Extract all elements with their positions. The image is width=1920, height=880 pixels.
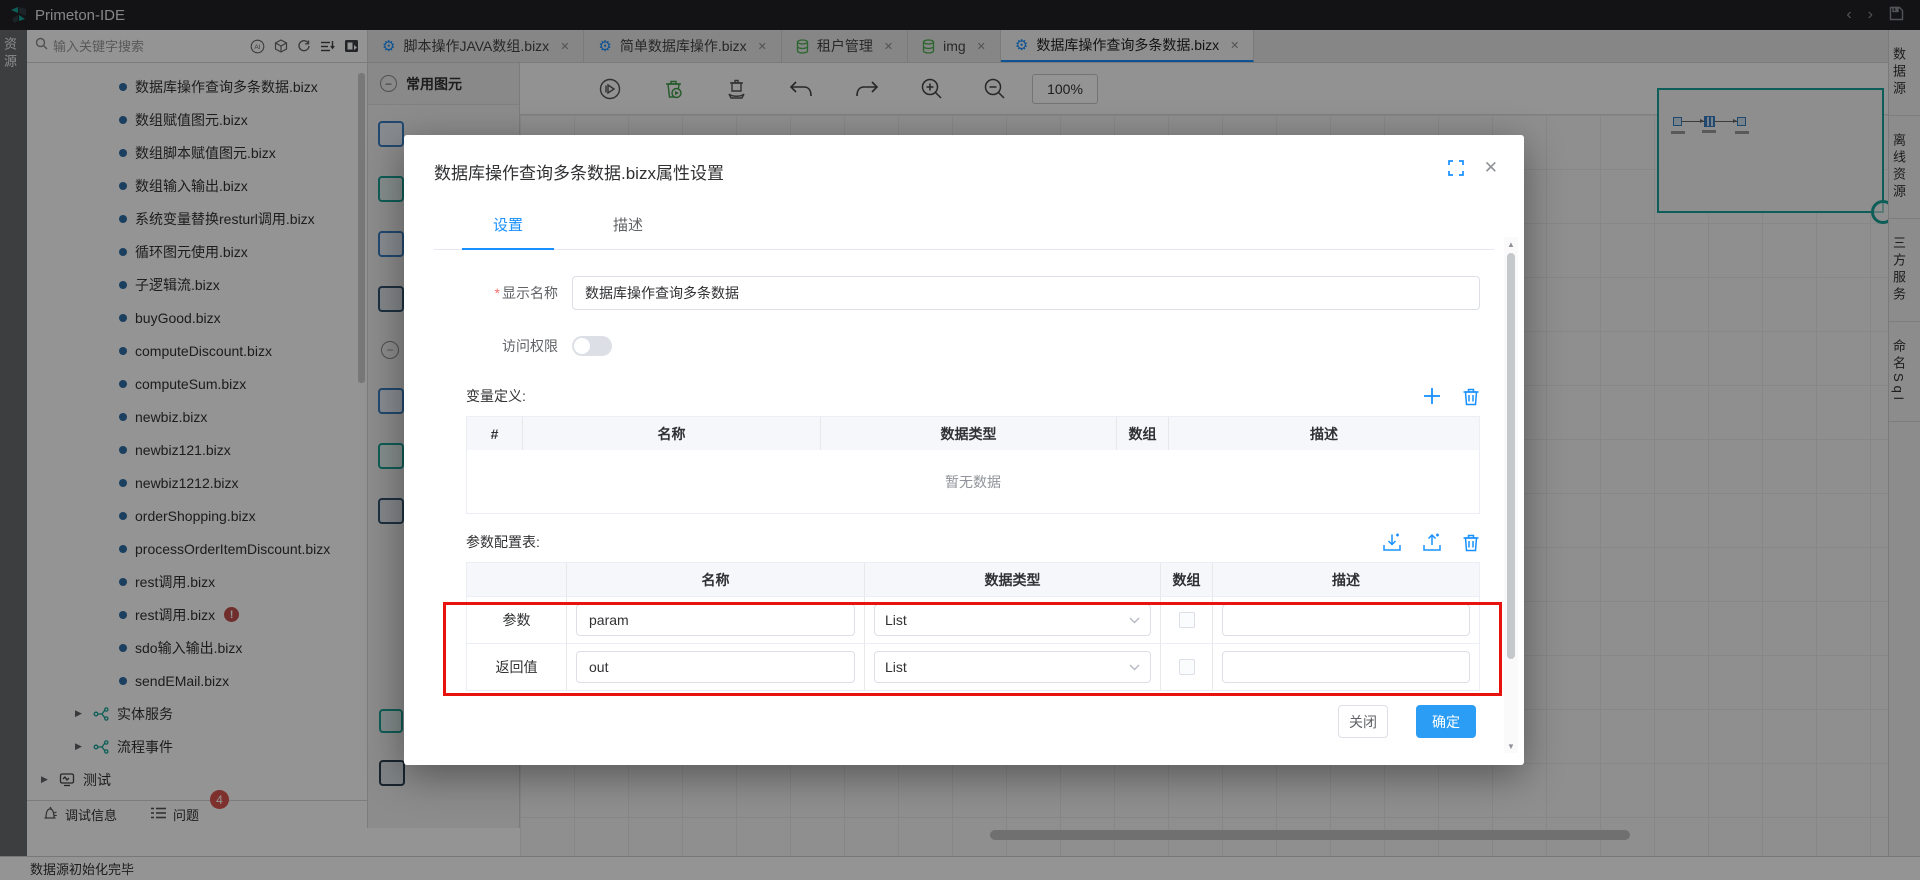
dialog-scrollbar[interactable]: ▲ ▼ <box>1504 237 1518 753</box>
scroll-up-icon[interactable]: ▲ <box>1504 237 1518 251</box>
row-label: 参数 <box>467 597 567 643</box>
app-window: Primeton-IDE ‹ › 资源 AI <box>0 0 1920 880</box>
close-icon[interactable]: ✕ <box>1484 159 1498 176</box>
dialog-body: *显示名称 访问权限 变量定义: # 名称 数据类型 数组 <box>404 250 1524 691</box>
variables-table-header: # 名称 数据类型 数组 描述 <box>467 417 1479 450</box>
col-name: 名称 <box>523 417 821 450</box>
col-blank <box>467 563 567 596</box>
scroll-down-icon[interactable]: ▼ <box>1504 739 1518 753</box>
return-type-select[interactable]: List <box>874 651 1151 683</box>
chevron-down-icon <box>1129 664 1140 671</box>
tab-description[interactable]: 描述 <box>582 214 674 249</box>
param-array-checkbox[interactable] <box>1178 612 1195 628</box>
row-label: 返回值 <box>467 644 567 690</box>
params-table-header: 名称 数据类型 数组 描述 <box>467 563 1479 596</box>
param-row-input: 参数 List <box>467 596 1479 643</box>
add-variable-icon[interactable] <box>1422 386 1442 406</box>
display-name-input[interactable] <box>572 276 1480 310</box>
close-button[interactable]: 关闭 <box>1338 705 1388 738</box>
dialog-header: 数据库操作查询多条数据.bizx属性设置 ✕ <box>404 135 1524 184</box>
access-permission-toggle[interactable] <box>572 336 612 356</box>
col-description: 描述 <box>1310 425 1338 442</box>
access-permission-label: 访问权限 <box>502 338 558 354</box>
chevron-down-icon <box>1129 617 1140 624</box>
dialog-title: 数据库操作查询多条数据.bizx属性设置 <box>434 164 724 183</box>
required-mark: * <box>494 285 500 301</box>
col-description: 描述 <box>1332 571 1360 588</box>
param-type-select[interactable]: List <box>874 604 1151 636</box>
export-params-icon[interactable] <box>1422 533 1442 552</box>
display-name-label: * 显示名称 <box>494 285 558 301</box>
return-desc-input[interactable] <box>1222 651 1470 683</box>
params-section-label: 参数配置表: <box>466 534 540 550</box>
delete-params-icon[interactable] <box>1462 533 1480 552</box>
import-params-icon[interactable] <box>1382 533 1402 552</box>
scrollbar-thumb[interactable] <box>1507 253 1515 659</box>
col-datatype: 数据类型 <box>865 563 1161 596</box>
delete-variable-icon[interactable] <box>1462 387 1480 406</box>
fullscreen-icon[interactable] <box>1447 159 1464 176</box>
ok-button[interactable]: 确定 <box>1416 705 1476 738</box>
return-name-input[interactable] <box>576 651 855 683</box>
param-row-output: 返回值 List <box>467 643 1479 690</box>
variables-section-label: 变量定义: <box>466 388 526 404</box>
col-name: 名称 <box>567 563 865 596</box>
variables-table: # 名称 数据类型 数组 描述 暂无数据 <box>466 416 1480 514</box>
col-array: 数组 <box>1117 417 1169 450</box>
col-datatype: 数据类型 <box>821 417 1117 450</box>
properties-dialog: 数据库操作查询多条数据.bizx属性设置 ✕ 设置 描述 *显示名称 访问权限 <box>404 135 1524 765</box>
dialog-footer: 关闭 确定 <box>1338 705 1476 738</box>
param-desc-input[interactable] <box>1222 604 1470 636</box>
param-name-input[interactable] <box>576 604 855 636</box>
params-table: 名称 数据类型 数组 描述 参数 List 返回值 List <box>466 562 1480 691</box>
variables-empty-text: 暂无数据 <box>945 473 1001 490</box>
dialog-tabbar: 设置 描述 <box>434 214 1494 250</box>
col-array: 数组 <box>1161 563 1213 596</box>
return-array-checkbox[interactable] <box>1178 659 1195 675</box>
col-index: # <box>467 417 523 450</box>
tab-settings[interactable]: 设置 <box>462 214 554 250</box>
